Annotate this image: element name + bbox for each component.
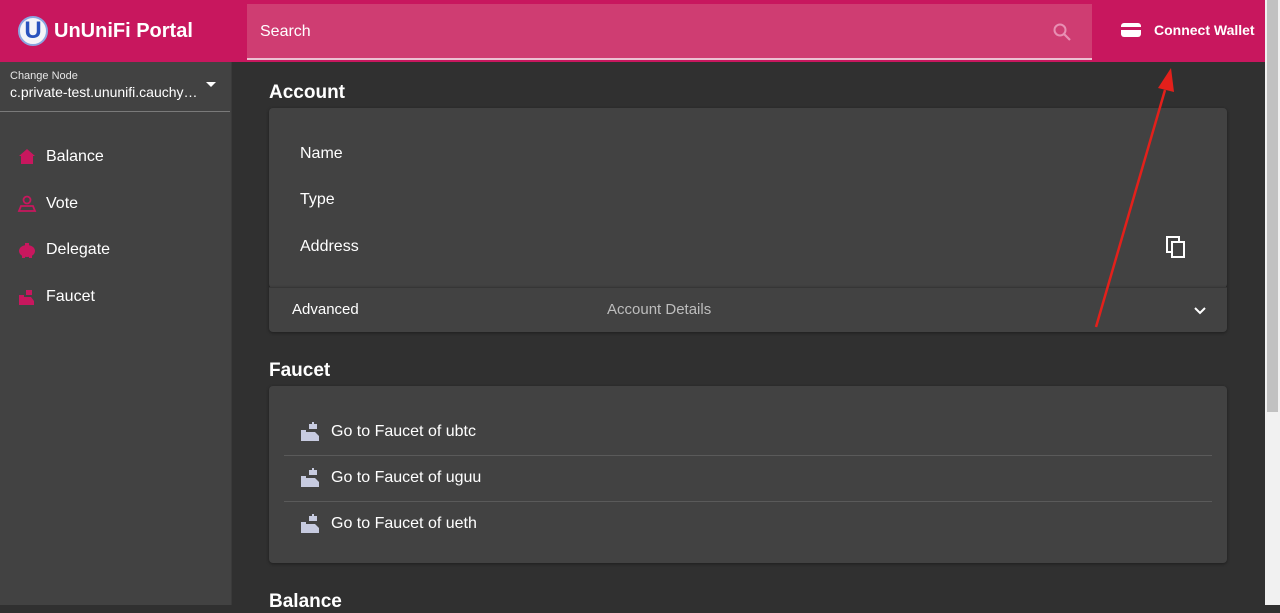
faucet-item-ueth[interactable]: Go to Faucet of ueth	[284, 501, 1212, 547]
advanced-description: Account Details	[607, 301, 712, 318]
faucet-item-uguu[interactable]: Go to Faucet of uguu	[284, 455, 1212, 502]
brand-header[interactable]: U UnUniFi Portal	[0, 0, 231, 62]
account-card: Name Type Address	[269, 108, 1227, 288]
sidebar-item-label: Faucet	[46, 287, 95, 305]
page-scrollbar[interactable]	[1265, 0, 1280, 605]
sidebar-nav: Balance Vote Delegate Faucet	[0, 134, 231, 320]
scrollbar-thumb[interactable]	[1267, 0, 1278, 412]
account-address-label: Address	[300, 238, 359, 255]
search-box[interactable]	[247, 4, 1092, 60]
advanced-expansion-panel[interactable]: Advanced Account Details	[269, 287, 1227, 332]
wallet-icon	[1121, 23, 1141, 37]
search-icon[interactable]	[1052, 22, 1072, 42]
sidebar-item-label: Delegate	[46, 241, 111, 259]
connect-wallet-label: Connect Wallet	[1154, 22, 1255, 38]
change-node-label: Change Node	[10, 70, 78, 82]
faucet-icon	[301, 514, 319, 533]
top-bar: Connect Wallet	[231, 0, 1265, 62]
faucet-item-label: Go to Faucet of ueth	[331, 515, 477, 532]
vote-icon	[17, 194, 37, 214]
faucet-item-label: Go to Faucet of uguu	[331, 469, 482, 486]
faucet-card: Go to Faucet of ubtc Go to Faucet of ugu…	[269, 386, 1227, 563]
faucet-item-ubtc[interactable]: Go to Faucet of ubtc	[284, 409, 1212, 456]
sidebar-item-balance[interactable]: Balance	[0, 134, 231, 181]
search-input[interactable]	[258, 4, 1042, 60]
faucet-icon	[301, 422, 319, 441]
sidebar-item-label: Balance	[46, 148, 104, 166]
account-name-label: Name	[300, 145, 343, 162]
sidebar-item-faucet[interactable]: Faucet	[0, 274, 231, 321]
dropdown-caret-icon	[206, 82, 216, 87]
connect-wallet-button[interactable]: Connect Wallet	[1120, 17, 1255, 43]
faucet-item-label: Go to Faucet of ubtc	[331, 423, 476, 440]
home-icon	[17, 147, 37, 167]
app-title: UnUniFi Portal	[54, 19, 193, 42]
account-type-label: Type	[300, 191, 335, 208]
faucet-icon	[301, 468, 319, 487]
advanced-title: Advanced	[292, 301, 359, 318]
faucet-icon	[17, 287, 37, 307]
faucet-section-title: Faucet	[269, 360, 331, 381]
sidebar-item-vote[interactable]: Vote	[0, 181, 231, 228]
sidebar-item-label: Vote	[46, 194, 79, 212]
copy-icon[interactable]	[1165, 235, 1187, 259]
account-section-title: Account	[269, 82, 345, 103]
change-node-select[interactable]: Change Node c.private-test.ununifi.cauch…	[0, 62, 230, 112]
piggy-bank-icon	[17, 240, 37, 260]
chevron-down-icon[interactable]	[1193, 304, 1207, 318]
sidebar: U UnUniFi Portal Change Node c.private-t…	[0, 0, 232, 605]
app-logo: U	[18, 16, 48, 46]
change-node-value: c.private-test.ununifi.cauchye....	[10, 84, 200, 100]
balance-section-title: Balance	[269, 591, 342, 612]
sidebar-item-delegate[interactable]: Delegate	[0, 227, 231, 274]
